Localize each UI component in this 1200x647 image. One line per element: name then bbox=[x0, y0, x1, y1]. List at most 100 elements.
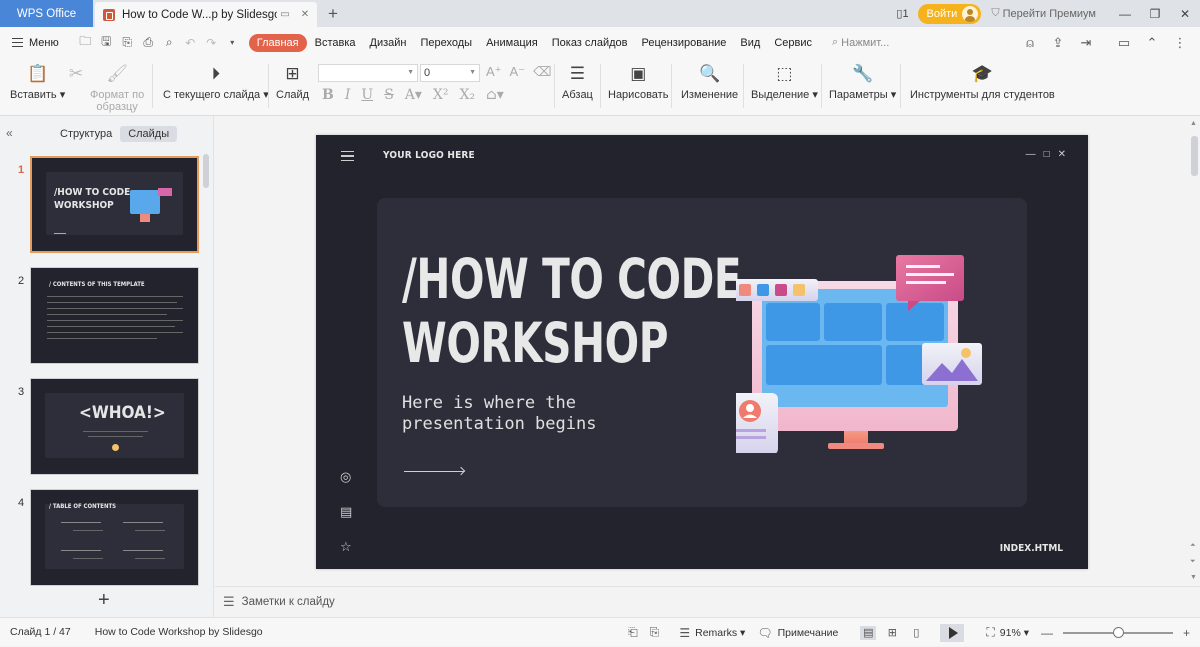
tab-review[interactable]: Рецензирование bbox=[635, 34, 732, 52]
from-current-slide-button[interactable]: ⏵ С текущего слайда ▾ bbox=[163, 62, 269, 101]
login-button[interactable]: Войти bbox=[917, 3, 982, 24]
highlight-icon[interactable]: ⌂▾ bbox=[486, 87, 504, 103]
tab-layout-icon[interactable]: ▯1 bbox=[888, 0, 918, 27]
fit-window-icon[interactable]: ⛶ bbox=[986, 625, 994, 640]
editor-scrollbar[interactable]: ▲ ⏶ ⏷ ▼ bbox=[1189, 116, 1200, 586]
document-tab[interactable]: How to Code W...p by Slidesgo ▭ ✕ bbox=[95, 2, 317, 27]
tab-view[interactable]: Вид bbox=[734, 34, 766, 52]
cut-button[interactable]: ✂ bbox=[64, 62, 88, 89]
draw-button[interactable]: ▣ Нарисовать bbox=[608, 62, 668, 101]
reading-view-icon[interactable]: ▯ bbox=[908, 626, 924, 640]
grow-font-icon[interactable]: A⁺ bbox=[486, 64, 502, 80]
selection-button[interactable]: ⬚ Выделение ▾ bbox=[751, 62, 818, 101]
slide-logo-text: YOUR LOGO HERE bbox=[383, 150, 475, 161]
zoom-slider-knob[interactable] bbox=[1112, 626, 1124, 638]
tab-animation[interactable]: Анимация bbox=[480, 34, 544, 52]
scroll-up-icon[interactable]: ▲ bbox=[1190, 120, 1197, 127]
slides-panel-scrollbar[interactable] bbox=[203, 154, 209, 188]
zoom-slider[interactable] bbox=[1062, 626, 1173, 638]
editor-scrollbar-thumb[interactable] bbox=[1191, 136, 1198, 176]
font-size-select[interactable]: 0 ▼ bbox=[420, 64, 480, 82]
restore-icon[interactable]: ❐ bbox=[1140, 0, 1170, 27]
zoom-out-icon[interactable]: — bbox=[1041, 626, 1053, 640]
export-pdf-icon[interactable]: ⎘ bbox=[117, 33, 138, 53]
superscript-icon[interactable]: X² bbox=[433, 87, 449, 103]
close-window-icon[interactable]: ✕ bbox=[1170, 0, 1200, 27]
tab-design[interactable]: Дизайн bbox=[364, 34, 413, 52]
tab-transitions[interactable]: Переходы bbox=[414, 34, 478, 52]
bold-icon[interactable]: B bbox=[322, 87, 334, 103]
change-button[interactable]: 🔍 Изменение bbox=[681, 62, 738, 101]
collapse-panel-icon[interactable]: « bbox=[6, 126, 13, 140]
file-sync-icon[interactable]: ⎘ bbox=[650, 625, 660, 640]
backup-icon[interactable]: ⎗ bbox=[628, 625, 638, 640]
login-label: Войти bbox=[926, 7, 958, 20]
remarks-icon[interactable]: ☰ bbox=[679, 626, 690, 640]
parameters-label: Параметры bbox=[829, 89, 888, 101]
prev-page-icon[interactable]: ⏶ bbox=[1190, 542, 1196, 550]
new-slide-button[interactable]: ⊞ Слайд bbox=[276, 62, 309, 101]
redo-icon[interactable]: ↷ bbox=[201, 33, 222, 53]
next-page-icon[interactable]: ⏷ bbox=[1190, 558, 1196, 566]
command-search-placeholder: Нажмит... bbox=[841, 36, 890, 49]
slide-footer-text: INDEX.HTML bbox=[999, 543, 1063, 554]
italic-icon[interactable]: I bbox=[345, 87, 351, 103]
play-slideshow-icon[interactable] bbox=[940, 623, 965, 642]
tab-home[interactable]: Главная bbox=[248, 33, 307, 52]
font-family-select[interactable]: ▼ bbox=[318, 64, 418, 82]
add-slide-icon[interactable]: + bbox=[98, 589, 110, 612]
print-preview-icon[interactable]: ⌕ bbox=[159, 33, 180, 53]
paste-button[interactable]: 📋 Вставить ▾ bbox=[10, 62, 65, 101]
student-tools-label: Инструменты для студентов bbox=[910, 89, 1055, 101]
collapse-ribbon-icon[interactable]: ⌃ bbox=[1138, 35, 1166, 51]
format-painter-button[interactable]: 🖌 Формат по образцу bbox=[90, 62, 144, 113]
underline-icon[interactable]: U bbox=[361, 87, 373, 103]
slide-thumbnail-title: / TABLE OF CONTENTS bbox=[49, 503, 117, 510]
wps-office-tab[interactable]: WPS Office bbox=[0, 0, 93, 27]
tab-slideshow[interactable]: Показ слайдов bbox=[546, 34, 634, 52]
main-menu-button[interactable]: Меню bbox=[12, 37, 59, 49]
tab-slides[interactable]: Слайды bbox=[120, 126, 178, 142]
comment-button[interactable]: Примечание bbox=[778, 627, 839, 639]
zoom-in-icon[interactable]: + bbox=[1183, 626, 1190, 640]
student-tools-button[interactable]: 🎓 Инструменты для студентов bbox=[910, 62, 1055, 101]
slide-notes[interactable]: ☰ Заметки к слайду bbox=[215, 586, 1200, 617]
current-slide[interactable]: YOUR LOGO HERE — □ ✕ /HOW TO CODE WORKSHOP… bbox=[316, 135, 1088, 569]
slide-thumbnail-title: / CONTENTS OF THIS TEMPLATE bbox=[49, 281, 145, 288]
more-options-icon[interactable]: ⋮ bbox=[1166, 35, 1194, 51]
format-painter-label-1: Формат по bbox=[90, 89, 145, 101]
new-tab-button[interactable]: + bbox=[322, 3, 344, 25]
save-icon[interactable]: 🖫 bbox=[96, 33, 117, 53]
undo-icon[interactable]: ↶ bbox=[180, 33, 201, 53]
subscript-icon[interactable]: X₂ bbox=[460, 87, 476, 103]
share-user-icon[interactable]: ⍝ bbox=[1016, 35, 1044, 51]
slide-star-icon: ☆ bbox=[340, 539, 352, 554]
print-icon[interactable]: ⎙ bbox=[138, 33, 159, 53]
tab-window-icon[interactable]: ▭ bbox=[277, 7, 293, 23]
tab-insert[interactable]: Вставка bbox=[309, 34, 362, 52]
close-tab-icon[interactable]: ✕ bbox=[297, 7, 313, 23]
remarks-button[interactable]: Remarks ▾ bbox=[695, 627, 745, 639]
premium-button[interactable]: ⛉ Перейти Премиум bbox=[991, 7, 1096, 20]
clear-format-icon[interactable]: ⌫ bbox=[533, 64, 551, 80]
status-bar: Слайд 1 / 47 How to Code Workshop by Sli… bbox=[0, 617, 1200, 646]
zoom-level[interactable]: 91% ▾ bbox=[1000, 627, 1029, 639]
customize-qa-icon[interactable]: ▾ bbox=[222, 33, 243, 53]
minimize-icon[interactable]: — bbox=[1110, 0, 1140, 27]
strikethrough-icon[interactable]: S bbox=[384, 87, 394, 103]
slide-sorter-icon[interactable]: ⊞ bbox=[884, 626, 900, 640]
normal-view-icon[interactable]: ▤ bbox=[860, 625, 877, 640]
tab-tools[interactable]: Сервис bbox=[768, 34, 818, 52]
comment-icon[interactable]: 🗨 bbox=[757, 626, 772, 640]
export-icon[interactable]: ⇥ bbox=[1072, 35, 1100, 51]
cloud-upload-icon[interactable]: ⇪ bbox=[1044, 35, 1072, 51]
parameters-button[interactable]: 🔧 Параметры ▾ bbox=[829, 62, 896, 101]
shrink-font-icon[interactable]: A⁻ bbox=[510, 64, 526, 80]
open-folder-icon[interactable]: 🗀 bbox=[75, 33, 96, 53]
font-color-icon[interactable]: A▾ bbox=[405, 87, 422, 103]
paragraph-button[interactable]: ☰ Абзац bbox=[562, 62, 593, 101]
command-search[interactable]: ⌕ Нажмит... bbox=[832, 36, 889, 49]
tab-structure[interactable]: Структура bbox=[52, 126, 120, 142]
scroll-down-icon[interactable]: ▼ bbox=[1190, 574, 1197, 581]
comments-icon[interactable]: ▭ bbox=[1110, 35, 1138, 51]
